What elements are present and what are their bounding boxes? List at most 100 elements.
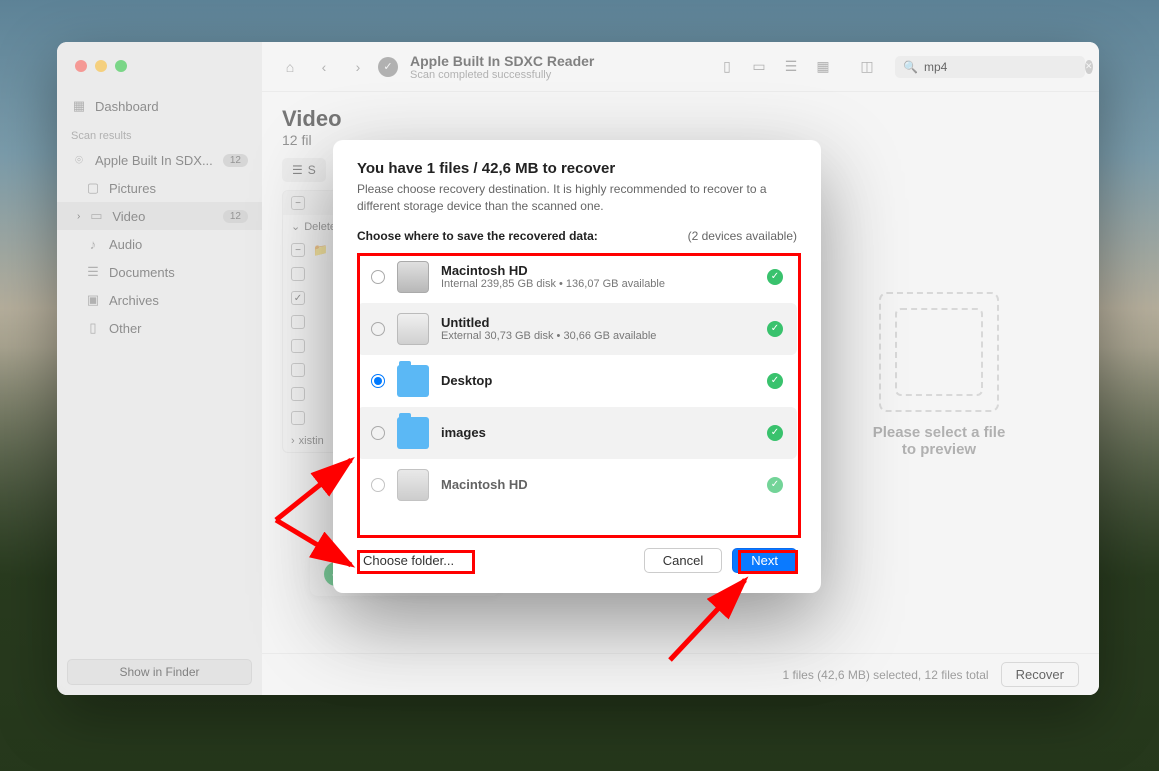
destination-detail: External 30,73 GB disk • 30,66 GB availa…: [441, 330, 755, 342]
row-checkbox[interactable]: [291, 243, 305, 257]
ok-badge-icon: ✓: [767, 321, 783, 337]
window-controls: [57, 60, 262, 72]
recover-button[interactable]: Recover: [1001, 662, 1079, 687]
sidebar-item-label: Dashboard: [95, 99, 159, 114]
preview-pane: Please select a file to preview: [799, 106, 1079, 643]
image-icon: ▢: [85, 180, 101, 196]
toolbar-title-block: Apple Built In SDXC Reader Scan complete…: [410, 53, 594, 81]
home-button[interactable]: ⌂: [276, 53, 304, 81]
destination-name: Untitled: [441, 315, 755, 330]
row-checkbox[interactable]: [291, 363, 305, 377]
close-icon[interactable]: [75, 60, 87, 72]
sidebar: ▦ Dashboard Scan results ⌾ Apple Built I…: [57, 42, 262, 695]
row-checkbox[interactable]: [291, 387, 305, 401]
sidebar-item-other[interactable]: ▯ Other: [57, 314, 262, 342]
search-input[interactable]: [924, 60, 1079, 74]
ok-badge-icon: ✓: [767, 373, 783, 389]
sidebar-item-archives[interactable]: ▣ Archives: [57, 286, 262, 314]
show-in-finder-button[interactable]: Show in Finder: [67, 659, 252, 685]
sidebar-item-label: Archives: [109, 293, 159, 308]
view-icon-grid[interactable]: ▦: [809, 53, 837, 81]
row-checkbox[interactable]: [291, 291, 305, 305]
destination-name: Desktop: [441, 373, 755, 388]
destination-name: Macintosh HD: [441, 477, 755, 492]
sidebar-item-label: Other: [109, 321, 142, 336]
status-bar: 1 files (42,6 MB) selected, 12 files tot…: [262, 653, 1099, 695]
header-checkbox[interactable]: [291, 196, 305, 210]
choose-folder-button[interactable]: Choose folder...: [357, 549, 460, 572]
sidebar-item-drive[interactable]: ⌾ Apple Built In SDX... 12: [57, 146, 262, 174]
audio-icon: ♪: [85, 236, 101, 252]
radio-button[interactable]: [371, 426, 385, 440]
preview-text: Please select a file to preview: [873, 424, 1006, 458]
destination-detail: Internal 239,85 GB disk • 136,07 GB avai…: [441, 278, 755, 290]
row-checkbox[interactable]: [291, 339, 305, 353]
radio-button[interactable]: [371, 374, 385, 388]
sidebar-item-label: Documents: [109, 265, 175, 280]
back-button[interactable]: ‹: [310, 53, 338, 81]
folder-icon: 📁: [313, 243, 328, 257]
drive-icon: ⌾: [71, 152, 87, 168]
toolbar-subtitle: Scan completed successfully: [410, 69, 594, 81]
radio-button[interactable]: [371, 478, 385, 492]
status-check-icon: ✓: [378, 57, 398, 77]
sidebar-item-label: Audio: [109, 237, 142, 252]
row-checkbox[interactable]: [291, 411, 305, 425]
destination-option[interactable]: Desktop ✓: [357, 355, 797, 407]
destination-option[interactable]: images ✓: [357, 407, 797, 459]
destination-option[interactable]: Macintosh HD ✓: [357, 459, 797, 511]
chevron-right-icon: ›: [291, 435, 295, 447]
row-checkbox[interactable]: [291, 267, 305, 281]
file-icon: ▯: [85, 320, 101, 336]
destination-option[interactable]: Untitled External 30,73 GB disk • 30,66 …: [357, 303, 797, 355]
dialog-footer: Choose folder... Cancel Next: [357, 534, 797, 573]
sidebar-item-documents[interactable]: ☰ Documents: [57, 258, 262, 286]
search-icon: 🔍: [903, 60, 918, 74]
radio-button[interactable]: [371, 322, 385, 336]
ok-badge-icon: ✓: [767, 269, 783, 285]
folder-icon: [397, 365, 429, 397]
filter-icon: ☰: [292, 163, 303, 177]
dialog-title: You have 1 files / 42,6 MB to recover: [357, 160, 797, 177]
sidebar-item-label: Apple Built In SDX...: [95, 153, 213, 168]
view-icon-file[interactable]: ▯: [713, 53, 741, 81]
row-checkbox[interactable]: [291, 315, 305, 329]
preview-placeholder-icon: [879, 292, 999, 412]
recovery-destination-dialog: You have 1 files / 42,6 MB to recover Pl…: [333, 140, 821, 593]
search-field[interactable]: 🔍 ✕: [895, 56, 1085, 78]
minimize-icon[interactable]: [95, 60, 107, 72]
sidebar-item-dashboard[interactable]: ▦ Dashboard: [57, 92, 262, 120]
ok-badge-icon: ✓: [767, 425, 783, 441]
view-icon-folder[interactable]: ▭: [745, 53, 773, 81]
toolbar-title: Apple Built In SDXC Reader: [410, 53, 594, 69]
sidebar-item-audio[interactable]: ♪ Audio: [57, 230, 262, 258]
cancel-button[interactable]: Cancel: [644, 548, 722, 573]
sidebar-toggle-icon[interactable]: ◫: [853, 53, 881, 81]
chevron-down-icon: ⌄: [291, 220, 300, 233]
chevron-right-icon: ›: [77, 211, 80, 222]
sidebar-item-video[interactable]: › ▭ Video 12: [57, 202, 262, 230]
selection-status: 1 files (42,6 MB) selected, 12 files tot…: [782, 668, 988, 682]
choose-label: Choose where to save the recovered data:: [357, 229, 598, 243]
zoom-icon[interactable]: [115, 60, 127, 72]
hard-drive-icon: [397, 469, 429, 501]
destination-list: Macintosh HD Internal 239,85 GB disk • 1…: [357, 251, 797, 534]
sidebar-item-label: Pictures: [109, 181, 156, 196]
sidebar-item-pictures[interactable]: ▢ Pictures: [57, 174, 262, 202]
view-icon-list[interactable]: ☰: [777, 53, 805, 81]
count-badge: 12: [223, 210, 248, 223]
next-button[interactable]: Next: [732, 548, 797, 573]
sidebar-section-header: Scan results: [57, 120, 262, 146]
doc-icon: ☰: [85, 264, 101, 280]
page-title: Video: [282, 106, 799, 132]
destination-name: images: [441, 425, 755, 440]
forward-button[interactable]: ›: [344, 53, 372, 81]
clear-search-icon[interactable]: ✕: [1085, 60, 1093, 74]
filter-button[interactable]: ☰S: [282, 158, 326, 182]
destination-option[interactable]: Macintosh HD Internal 239,85 GB disk • 1…: [357, 251, 797, 303]
radio-button[interactable]: [371, 270, 385, 284]
devices-available: (2 devices available): [688, 229, 797, 243]
video-icon: ▭: [88, 208, 104, 224]
count-badge: 12: [223, 154, 248, 167]
grid-icon: ▦: [71, 98, 87, 114]
